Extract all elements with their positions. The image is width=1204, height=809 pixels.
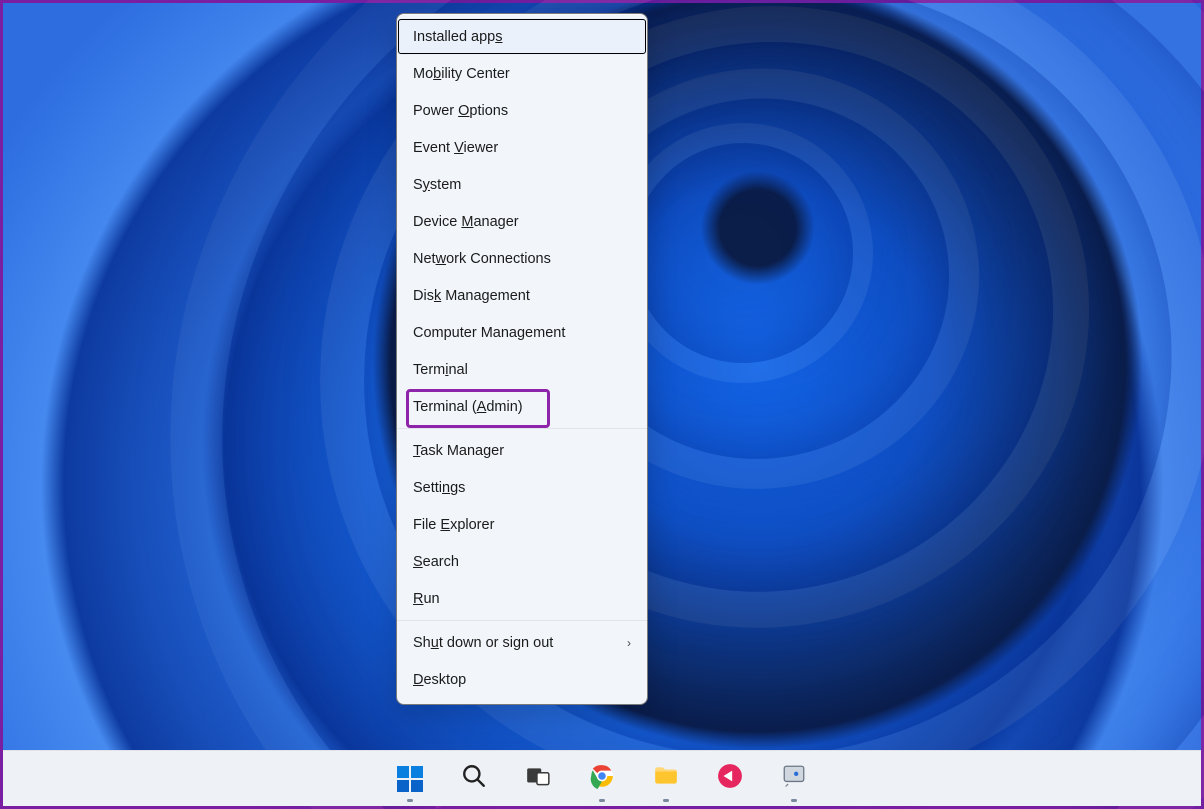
menu-separator — [397, 620, 647, 621]
menu-item-label: Network Connections — [413, 251, 551, 267]
task-view-button[interactable] — [518, 759, 558, 799]
running-indicator — [599, 799, 605, 802]
windows-icon — [397, 766, 423, 792]
running-indicator — [791, 799, 797, 802]
chrome-icon — [589, 763, 615, 794]
menu-item-system[interactable]: System — [397, 166, 647, 203]
menu-item-settings[interactable]: Settings — [397, 469, 647, 506]
file-explorer-button[interactable] — [646, 759, 686, 799]
snip-icon — [781, 763, 807, 794]
menu-item-label: File Explorer — [413, 517, 494, 533]
running-indicator — [663, 799, 669, 802]
menu-item-power-options[interactable]: Power Options — [397, 92, 647, 129]
menu-item-label: Desktop — [413, 672, 466, 688]
menu-item-installed-apps[interactable]: Installed apps — [397, 18, 647, 55]
menu-item-terminal[interactable]: Terminal — [397, 351, 647, 388]
search-button[interactable] — [454, 759, 494, 799]
menu-separator — [397, 428, 647, 429]
start-button[interactable] — [390, 759, 430, 799]
menu-item-label: Settings — [413, 480, 465, 496]
menu-item-label: Disk Management — [413, 288, 530, 304]
chevron-right-icon: › — [627, 636, 631, 650]
chrome-button[interactable] — [582, 759, 622, 799]
menu-item-event-viewer[interactable]: Event Viewer — [397, 129, 647, 166]
menu-item-mobility-center[interactable]: Mobility Center — [397, 55, 647, 92]
menu-item-label: Event Viewer — [413, 140, 498, 156]
menu-item-label: System — [413, 177, 461, 193]
menu-item-label: Terminal — [413, 362, 468, 378]
menu-item-label: Search — [413, 554, 459, 570]
menu-item-label: Computer Management — [413, 325, 565, 341]
menu-item-file-explorer[interactable]: File Explorer — [397, 506, 647, 543]
pink-circle-icon — [717, 763, 743, 794]
folder-icon — [653, 763, 679, 794]
winx-context-menu[interactable]: Installed apps Mobility Center Power Optio… — [396, 13, 648, 705]
menu-item-search[interactable]: Search — [397, 543, 647, 580]
snipping-tool-button[interactable] — [774, 759, 814, 799]
running-indicator — [407, 799, 413, 802]
menu-item-label: Power Options — [413, 103, 508, 119]
menu-item-disk-management[interactable]: Disk Management — [397, 277, 647, 314]
menu-item-label: Task Manager — [413, 443, 504, 459]
menu-item-run[interactable]: Run — [397, 580, 647, 617]
menu-item-computer-management[interactable]: Computer Management — [397, 314, 647, 351]
menu-item-desktop[interactable]: Desktop — [397, 661, 647, 698]
menu-item-label: Shut down or sign out — [413, 635, 553, 651]
menu-item-network-connections[interactable]: Network Connections — [397, 240, 647, 277]
menu-item-label: Mobility Center — [413, 66, 510, 82]
menu-item-label: Device Manager — [413, 214, 519, 230]
task-view-icon — [525, 763, 551, 794]
menu-item-label: Installed apps — [413, 29, 502, 45]
menu-item-task-manager[interactable]: Task Manager — [397, 432, 647, 469]
menu-item-terminal-admin[interactable]: Terminal (Admin) — [397, 388, 647, 425]
taskbar — [3, 750, 1201, 806]
menu-item-label: Run — [413, 591, 440, 607]
search-icon — [461, 763, 487, 794]
menu-item-device-manager[interactable]: Device Manager — [397, 203, 647, 240]
picsart-button[interactable] — [710, 759, 750, 799]
menu-item-label: Terminal (Admin) — [413, 399, 523, 415]
menu-item-shut-down-or-sign-out[interactable]: Shut down or sign out › — [397, 624, 647, 661]
